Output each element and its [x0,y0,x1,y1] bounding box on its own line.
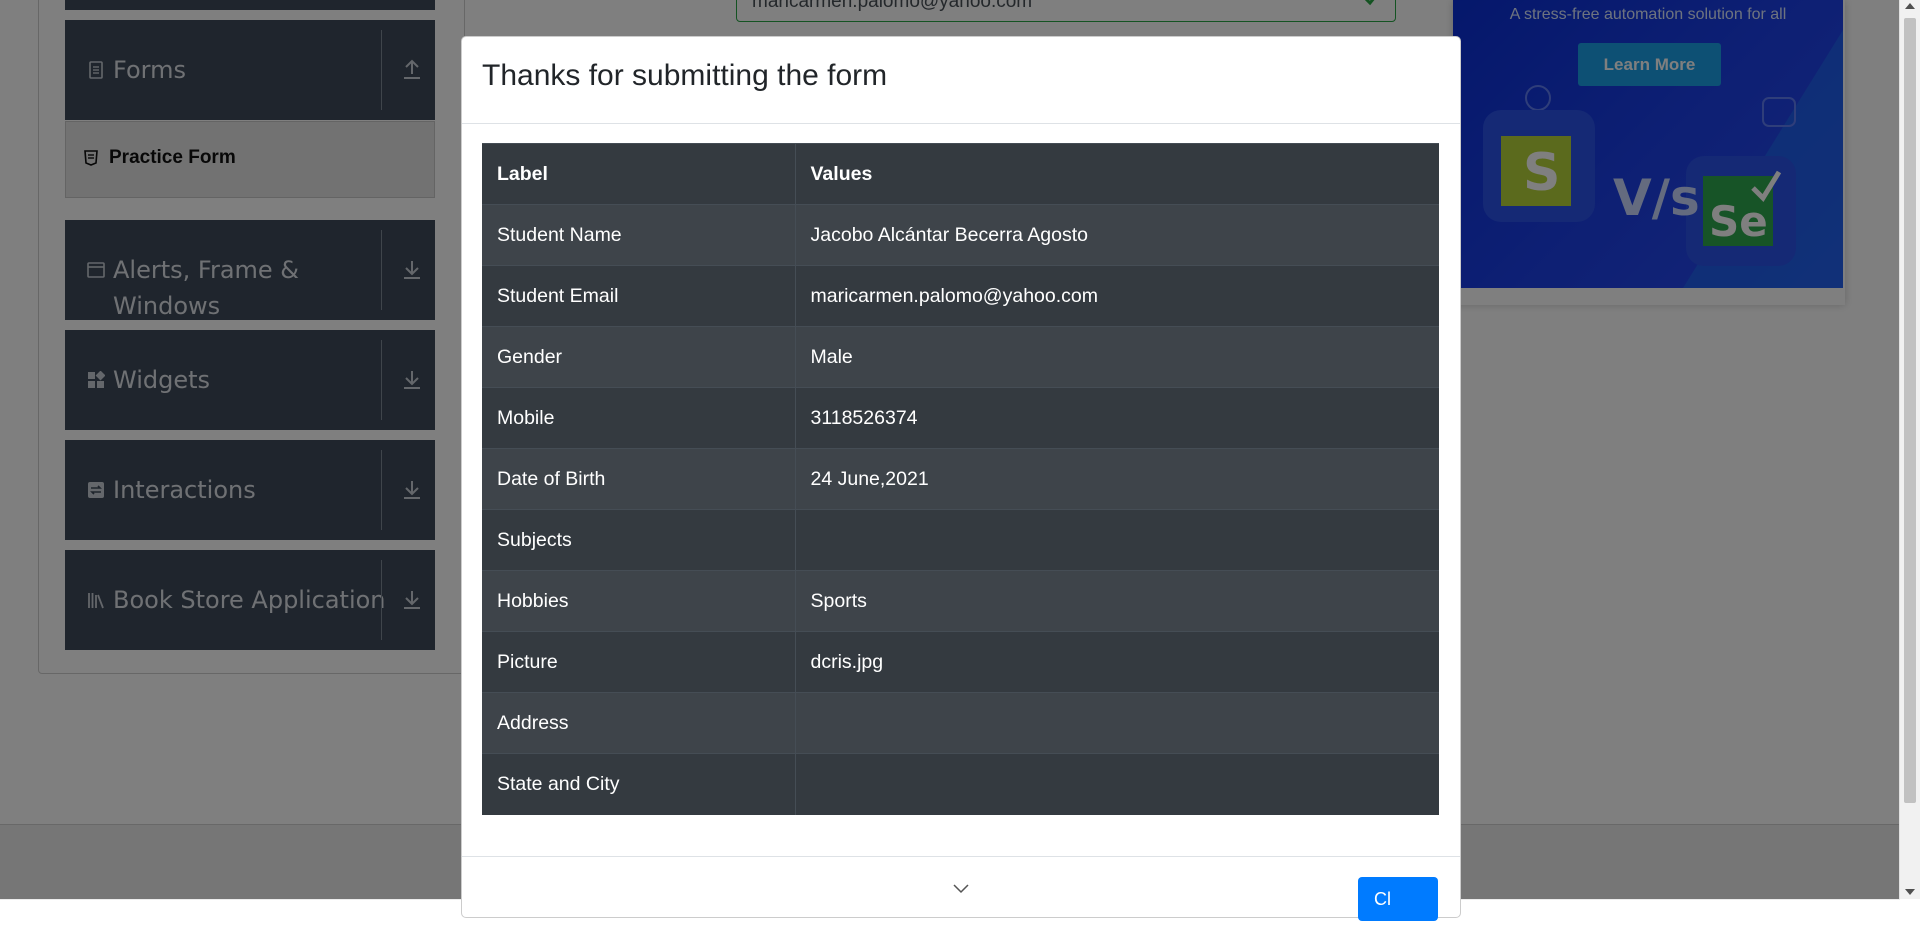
row-label: Student Email [482,265,796,327]
modal-footer: Cl [462,856,1460,937]
scrollbar-thumb[interactable] [1904,18,1916,803]
table-row: Date of Birth 24 June,2021 [482,448,1439,510]
row-value: 3118526374 [795,387,1439,449]
row-label: Mobile [482,387,796,449]
row-label: State and City [482,753,796,815]
row-value: dcris.jpg [795,631,1439,693]
scrollbar[interactable] [1899,0,1920,899]
submission-table: Label Values Student Name Jacobo Alcántar… [482,143,1439,815]
row-label: Date of Birth [482,448,796,510]
row-value: Jacobo Alcántar Becerra Agosto [795,204,1439,266]
table-row: Address [482,692,1439,754]
close-button[interactable]: Cl [1358,877,1438,921]
table-row: Student Name Jacobo Alcántar Becerra Agos… [482,204,1439,266]
table-row: Subjects [482,509,1439,571]
column-header-label: Label [482,143,796,205]
table-row: Picture dcris.jpg [482,631,1439,693]
submission-modal: Thanks for submitting the form Label Val… [461,36,1461,921]
table-row: Gender Male [482,326,1439,388]
modal-title: Thanks for submitting the form [482,59,888,92]
chevron-down-icon[interactable] [952,883,970,895]
table-row: Hobbies Sports [482,570,1439,632]
row-label: Gender [482,326,796,388]
table-row: Student Email maricarmen.palomo@yahoo.com [482,265,1439,327]
row-label: Address [482,692,796,754]
scroll-up-icon[interactable] [1905,3,1915,9]
row-label: Hobbies [482,570,796,632]
row-value: 24 June,2021 [795,448,1439,510]
row-label: Picture [482,631,796,693]
table-row: Mobile 3118526374 [482,387,1439,449]
modal-header: Thanks for submitting the form [462,37,1460,124]
table-header-row: Label Values [482,143,1439,205]
column-header-values: Values [795,143,1439,205]
row-value: Male [795,326,1439,388]
table-row: State and City [482,753,1439,815]
row-value [795,692,1439,754]
row-label: Subjects [482,509,796,571]
scroll-down-icon[interactable] [1905,889,1915,895]
row-value: maricarmen.palomo@yahoo.com [795,265,1439,327]
row-label: Student Name [482,204,796,266]
row-value [795,509,1439,571]
row-value: Sports [795,570,1439,632]
row-value [795,753,1439,815]
